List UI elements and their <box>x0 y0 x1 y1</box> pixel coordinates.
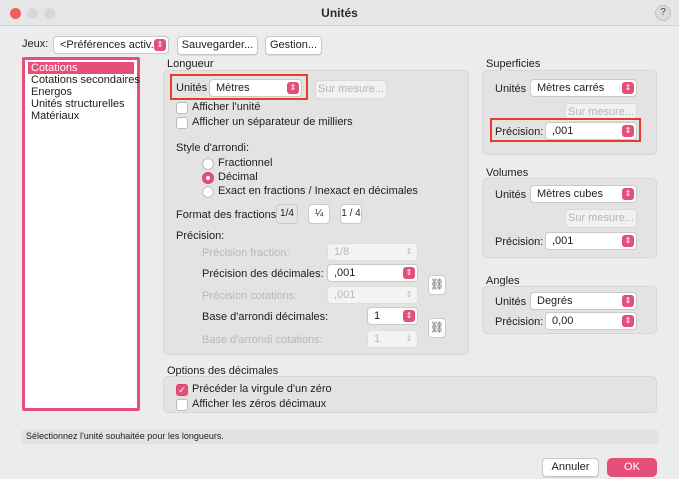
angles-units-label: Unités <box>495 296 527 308</box>
volumes-units-value: Mètres cubes <box>537 188 604 200</box>
volumes-custom-button[interactable]: Sur mesure... <box>565 209 637 228</box>
list-item-cotations[interactable]: Cotations <box>28 62 134 74</box>
prec-decimal-select[interactable]: ,001 ⇕ <box>327 264 418 282</box>
chevron-updown-icon: ⇕ <box>622 188 634 200</box>
base-decimal-select[interactable]: 1 ⇕ <box>367 307 418 325</box>
superficies-precision-highlight <box>490 118 641 142</box>
angles-precision-select[interactable]: 0,00 ⇕ <box>545 312 637 330</box>
base-cotations-select[interactable]: 1 ⇕ <box>367 330 418 348</box>
thousands-separator-checkbox[interactable] <box>176 117 188 129</box>
prec-cotations-value: ,001 <box>334 289 356 301</box>
volumes-precision-label: Précision: <box>495 236 544 248</box>
volumes-precision-value: ,001 <box>552 235 574 247</box>
chevron-updown-icon: ⇕ <box>405 247 413 256</box>
precision-header: Précision: <box>176 230 225 242</box>
manage-button[interactable]: Gestion... <box>265 36 322 55</box>
list-item-cotations-secondaires[interactable]: Cotations secondaires <box>31 74 140 86</box>
superficies-units-label: Unités <box>495 83 527 95</box>
angles-units-value: Degrés <box>537 295 573 307</box>
base-cotations-label: Base d'arrondi cotations: <box>202 334 323 346</box>
list-item-energos[interactable]: Energos <box>31 86 72 98</box>
show-unit-checkbox[interactable] <box>176 102 188 114</box>
units-dialog: Unités ? Jeux: <Préférences activ... ⇕ S… <box>0 0 679 479</box>
volumes-units-label: Unités <box>495 189 527 201</box>
leading-zero-checkbox[interactable]: ✓ <box>176 384 188 396</box>
fraction-format-label: Format des fractions: <box>176 209 280 221</box>
title-bar: Unités ? <box>0 0 679 26</box>
leading-zero-label: Précéder la virgule d'un zéro <box>192 383 332 395</box>
jeux-select-value: <Préférences activ... <box>60 39 160 51</box>
ok-button[interactable]: OK <box>607 458 657 477</box>
list-item-unites-structurelles[interactable]: Unités structurelles <box>31 98 125 110</box>
trailing-zero-checkbox[interactable] <box>176 399 188 411</box>
chevron-updown-icon: ⇕ <box>622 235 634 247</box>
radio-decimal-label: Décimal <box>218 171 258 183</box>
jeux-select[interactable]: <Préférences activ... ⇕ <box>53 36 169 54</box>
trailing-zero-label: Afficher les zéros décimaux <box>192 398 327 410</box>
chevron-updown-icon: ⇕ <box>622 82 634 94</box>
base-decimal-value: 1 <box>374 310 381 322</box>
chevron-updown-icon: ⇕ <box>405 334 413 343</box>
chevron-updown-icon: ⇕ <box>154 39 166 51</box>
link-base-icon[interactable]: ⛓ <box>428 318 446 338</box>
fraction-format-stacked[interactable]: 1 / 4 <box>340 204 362 224</box>
cancel-button[interactable]: Annuler <box>542 458 599 477</box>
angles-units-select[interactable]: Degrés ⇕ <box>530 292 637 310</box>
radio-fractionnel-label: Fractionnel <box>218 157 273 169</box>
jeux-label: Jeux: <box>22 38 49 50</box>
prec-fraction-value: 1/8 <box>334 246 350 258</box>
chevron-updown-icon: ⇕ <box>403 267 415 279</box>
prec-fraction-label: Précision fraction: <box>202 247 290 259</box>
rounding-style-header: Style d'arrondi: <box>176 142 250 154</box>
angles-precision-value: 0,00 <box>552 315 574 327</box>
prec-cotations-label: Précision cotations: <box>202 290 298 302</box>
base-decimal-label: Base d'arrondi décimales: <box>202 311 329 323</box>
longueur-header: Longueur <box>167 58 214 70</box>
longueur-custom-button[interactable]: Sur mesure... <box>315 80 387 99</box>
superficies-units-select[interactable]: Mètres carrés ⇕ <box>530 79 637 97</box>
chevron-updown-icon: ⇕ <box>622 295 634 307</box>
category-list[interactable]: Cotations Cotations secondaires Energos … <box>22 57 140 411</box>
prec-fraction-select[interactable]: 1/8 ⇕ <box>327 243 418 261</box>
list-item-materiaux[interactable]: Matériaux <box>31 110 79 122</box>
fraction-format-diagonal[interactable]: ¼ <box>308 204 330 224</box>
prec-decimal-label: Précision des décimales: <box>202 268 324 280</box>
thousands-separator-label: Afficher un séparateur de milliers <box>192 116 353 128</box>
angles-precision-label: Précision: <box>495 316 544 328</box>
volumes-units-select[interactable]: Mètres cubes ⇕ <box>530 185 637 203</box>
longueur-units-highlight <box>170 74 308 100</box>
prec-decimal-value: ,001 <box>334 267 356 279</box>
radio-exact[interactable] <box>202 186 214 198</box>
superficies-units-value: Mètres carrés <box>537 82 605 94</box>
chevron-updown-icon: ⇕ <box>622 315 634 327</box>
show-unit-label: Afficher l'unité <box>192 101 261 113</box>
chevron-updown-icon: ⇕ <box>405 290 413 299</box>
radio-exact-label: Exact en fractions / Inexact en décimale… <box>218 185 418 197</box>
radio-decimal[interactable] <box>202 172 214 184</box>
window-title: Unités <box>321 6 358 20</box>
status-bar: Sélectionnez l'unité souhaitée pour les … <box>22 429 658 444</box>
fraction-format-slash[interactable]: 1/4 <box>276 204 298 224</box>
superficies-header: Superficies <box>486 58 541 70</box>
save-button[interactable]: Sauvegarder... <box>177 36 258 55</box>
prec-cotations-select[interactable]: ,001 ⇕ <box>327 286 418 304</box>
volumes-precision-select[interactable]: ,001 ⇕ <box>545 232 637 250</box>
help-button[interactable]: ? <box>655 5 671 21</box>
link-precision-icon[interactable]: ⛓ <box>428 275 446 295</box>
base-cotations-value: 1 <box>374 333 381 345</box>
radio-fractionnel[interactable] <box>202 158 214 170</box>
chevron-updown-icon: ⇕ <box>403 310 415 322</box>
